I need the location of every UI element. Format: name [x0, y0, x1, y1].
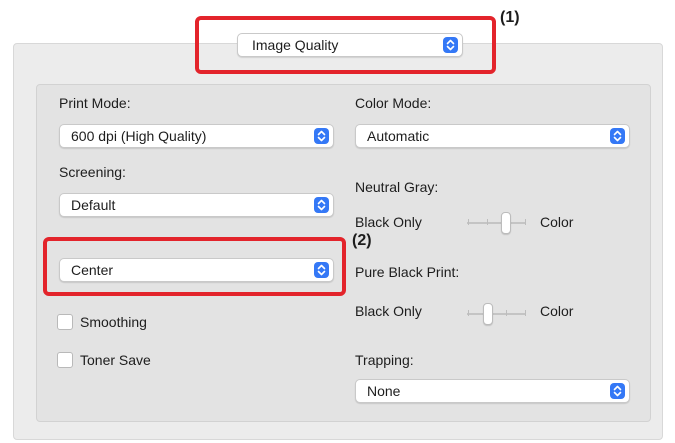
slider-tick	[468, 310, 469, 316]
up-down-chevron-icon	[610, 128, 625, 144]
color-mode-value: Automatic	[367, 128, 430, 144]
screening-value: Default	[71, 197, 116, 213]
neutral-gray-left-label: Black Only	[355, 214, 422, 230]
smoothing-checkbox[interactable]	[57, 314, 73, 330]
slider-tick	[525, 219, 526, 225]
screening-popup[interactable]: Default	[59, 193, 334, 217]
trapping-popup[interactable]: None	[355, 379, 630, 403]
color-mode-label: Color Mode:	[355, 95, 432, 111]
slider-track	[467, 222, 526, 224]
neutral-gray-right-label: Color	[540, 214, 574, 230]
highlight-box-2	[43, 237, 346, 296]
highlight-box-1	[195, 16, 496, 74]
pure-black-print-right-label: Color	[540, 303, 574, 319]
toner-save-label: Toner Save	[80, 352, 151, 368]
up-down-chevron-icon	[314, 128, 329, 144]
callout-2: (2)	[352, 232, 372, 249]
slider-knob[interactable]	[501, 212, 511, 234]
slider-tick	[487, 219, 488, 225]
color-mode-popup[interactable]: Automatic	[355, 124, 630, 148]
trapping-value: None	[367, 383, 401, 399]
slider-knob[interactable]	[483, 303, 493, 325]
trapping-label: Trapping:	[355, 352, 414, 368]
pure-black-print-label: Pure Black Print:	[355, 264, 460, 280]
smoothing-label: Smoothing	[80, 314, 147, 330]
print-mode-popup[interactable]: 600 dpi (High Quality)	[59, 124, 334, 148]
print-mode-value: 600 dpi (High Quality)	[71, 128, 207, 144]
pure-black-print-left-label: Black Only	[355, 303, 422, 319]
screening-label: Screening:	[59, 164, 126, 180]
neutral-gray-label: Neutral Gray:	[355, 179, 439, 195]
up-down-chevron-icon	[610, 383, 625, 399]
slider-tick	[468, 219, 469, 225]
up-down-chevron-icon	[314, 197, 329, 213]
callout-1: (1)	[500, 9, 520, 26]
slider-track	[467, 313, 526, 315]
toner-save-checkbox[interactable]	[57, 352, 73, 368]
print-mode-label: Print Mode:	[59, 95, 131, 111]
slider-tick	[506, 310, 507, 316]
slider-tick	[525, 310, 526, 316]
obscured-label	[59, 229, 149, 235]
